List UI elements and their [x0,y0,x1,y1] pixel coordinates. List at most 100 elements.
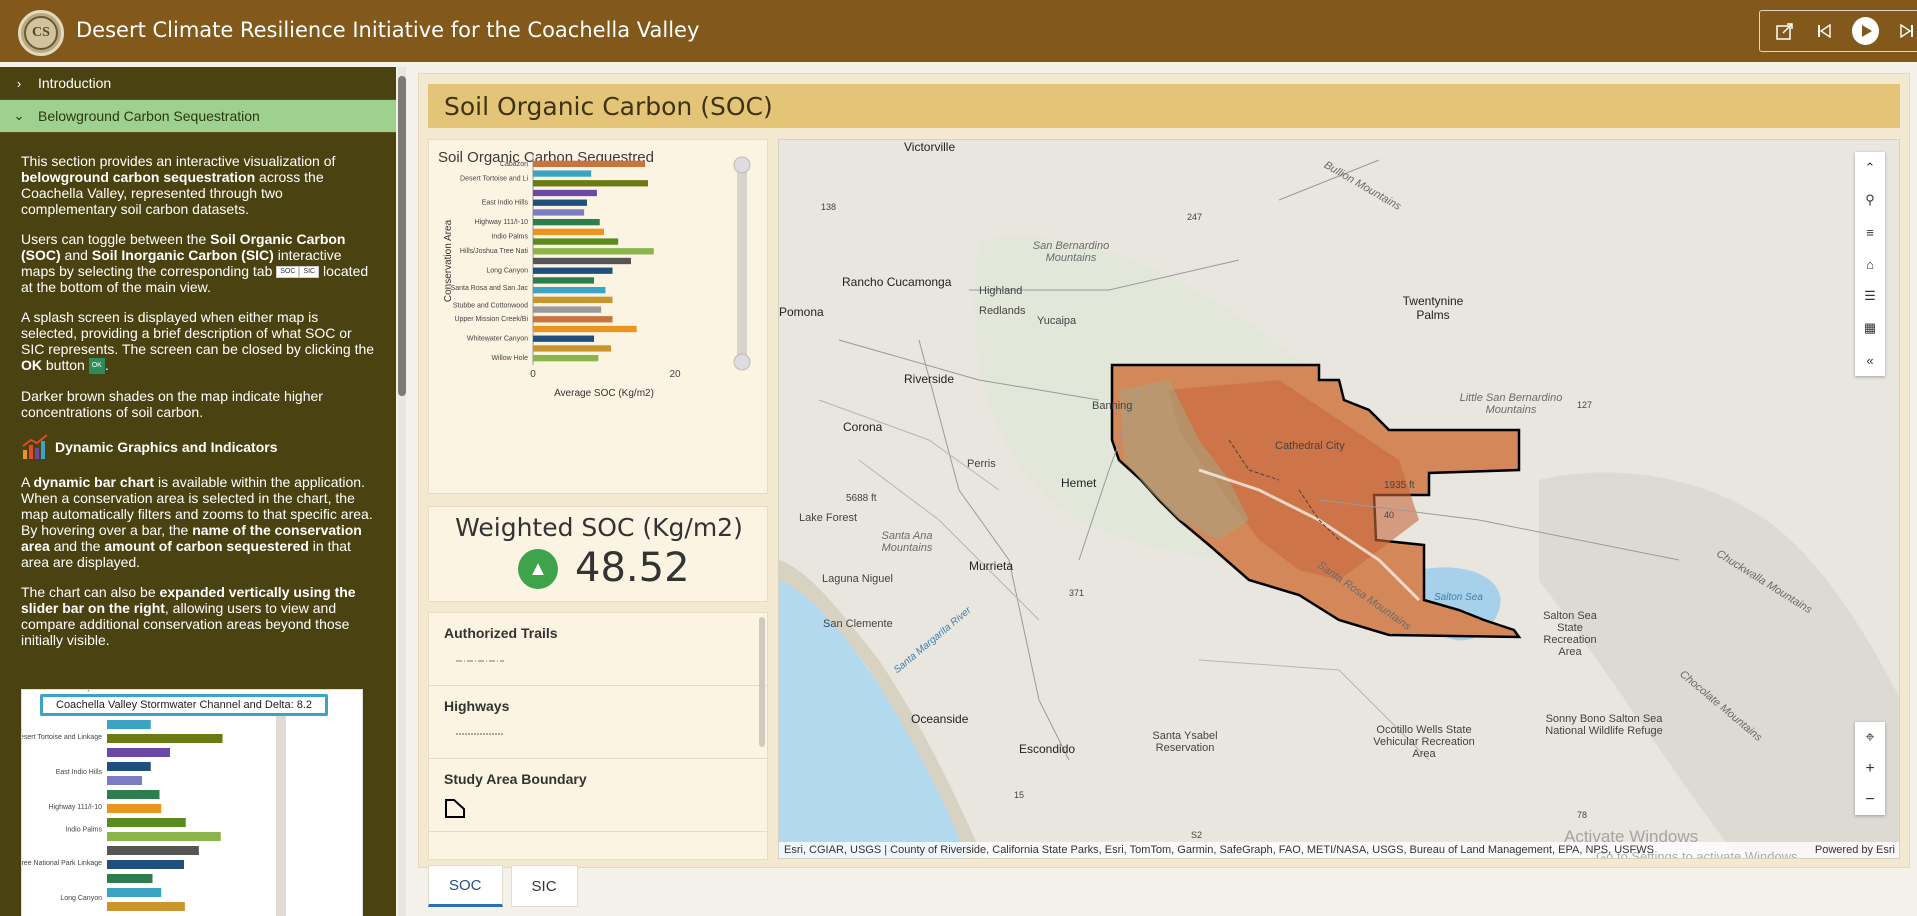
map-label: Banning [1092,400,1133,412]
chart-x-tick: 0 [530,369,536,380]
layers-icon[interactable]: ☰ [1855,280,1885,312]
road-shield: 247 [1187,212,1203,222]
map-label: Santa Ana Mountains [881,530,933,554]
section-content: This section provides an interactive vis… [0,133,396,648]
collapse-up-icon[interactable]: ⌃ [1855,152,1885,184]
example-chart-bar [107,818,186,827]
tab-sic[interactable]: SIC [510,865,578,907]
map-label: Murrieta [969,559,1014,573]
example-chart-bar [107,874,153,883]
map-label: Little San Bernardino Mountains [1459,392,1563,416]
tab-soc[interactable]: SOC [428,865,503,907]
chart-slider-track[interactable] [737,160,747,365]
map-label: Redlands [979,305,1026,317]
chart-bar[interactable] [533,257,631,265]
chart-bar[interactable] [533,277,595,284]
zoom-in-button[interactable]: + [1855,753,1885,784]
chart-bar[interactable] [533,267,613,274]
chart-slider-handle-top[interactable] [733,156,751,174]
qr-code-icon[interactable]: ▦ [1855,312,1885,344]
logo-text: CS [24,16,58,50]
chart-bar[interactable] [533,160,646,168]
chart-bar[interactable] [533,180,649,187]
example-chart-bar [107,748,170,757]
chart-bar[interactable] [533,325,637,333]
map-label: Pomona [779,305,824,319]
share-icon[interactable] [1774,20,1795,42]
zoom-out-button[interactable]: − [1855,784,1885,815]
home-icon[interactable]: ⌂ [1855,248,1885,280]
weighted-soc-value: 48.52 [575,545,690,591]
tree-icon: ▲ [518,549,558,589]
example-chart-tooltip: Coachella Valley Stormwater Channel and … [40,694,328,716]
map-label: Sonny Bono Salton Sea National Wildlife … [1545,713,1663,737]
chart-bar[interactable] [533,199,587,206]
map-label: Perris [967,458,996,470]
map-label: Salton Sea [1434,592,1483,603]
road-shield: 127 [1577,400,1593,410]
chart-bar[interactable] [533,296,613,304]
search-icon[interactable]: ⚲ [1855,184,1885,216]
example-chart-bar [107,734,223,743]
chart-bar[interactable] [533,218,600,226]
map-label: Victorville [904,140,956,154]
example-chart-bar [107,846,199,855]
chart-bar[interactable] [533,354,599,362]
example-chart-bar [107,776,142,785]
map-label: Salton Sea State Recreation Area [1543,610,1597,658]
map-label: Riverside [904,372,955,386]
chart-bar[interactable] [533,238,619,245]
chart-bar[interactable] [533,335,595,342]
map-tabs: SOC SIC [428,865,578,909]
chart-bar[interactable] [533,209,585,216]
locate-icon[interactable]: ⌖ [1855,722,1885,753]
paragraph-intro: This section provides an interactive vis… [21,153,336,217]
chart-bar[interactable] [533,286,606,294]
map-label: Lake Forest [799,512,858,524]
map-label: Cathedral City [1275,440,1345,452]
example-chart-svg: Desert Tortoise and Linkage East Indio Hi… [22,690,289,916]
page-title: Soil Organic Carbon (SOC) [428,84,1900,128]
legend-scrollbar[interactable] [759,617,765,747]
chart-bar[interactable] [533,316,613,323]
paragraph-toggle: Users can toggle between the Soil Organi… [21,231,369,295]
sidebar-scrollbar-thumb[interactable] [398,76,406,396]
road-shield: 40 [1384,510,1395,520]
collapse-left-icon[interactable]: « [1855,344,1885,376]
chart-bar[interactable] [533,228,604,236]
mini-ok-button: OK [88,358,105,375]
soc-bar-chart[interactable]: Cabazon Desert Tortoise and Li East Indio … [429,140,769,495]
example-chart-label: Long Canyon [60,895,102,902]
weighted-soc-indicator: Weighted SOC (Kg/m2) ▲ 48.52 [428,506,768,602]
play-icon[interactable] [1852,17,1879,45]
map-label: Oceanside [911,712,969,726]
map-label: Hemet [1061,476,1097,490]
chart-bar[interactable] [533,306,602,313]
powered-by-esri[interactable]: Powered by Esri [1815,842,1895,858]
chart-bar[interactable] [533,345,612,352]
chart-bar[interactable] [533,248,654,255]
section-belowground-carbon[interactable]: ⌄ Belowground Carbon Sequestration [0,100,396,133]
mini-tab-soc: SOC [276,266,300,279]
next-icon[interactable] [1897,20,1917,42]
map-view[interactable]: Victorville Rancho Cucamonga Highland Re… [778,139,1900,859]
map-label: Ocotillo Wells State Vehicular Recreatio… [1373,724,1475,760]
section-introduction[interactable]: › Introduction [0,67,396,100]
section-label: Introduction [38,75,112,91]
chart-x-tick: 20 [669,369,681,380]
chart-bar[interactable] [533,189,597,197]
example-chart-bar [107,720,151,729]
example-chart-label: Indio Palms [65,826,102,833]
example-chart-image: Coachella Valley Stormwater Channel and … [21,689,363,916]
app-title: Desert Climate Resilience Initiative for… [76,18,700,42]
chart-category-label: Whitewater Canyon [467,336,528,343]
section-label: Belowground Carbon Sequestration [38,108,260,124]
paragraph-splash: A splash screen is displayed when either… [21,309,375,375]
list-icon[interactable]: ≡ [1855,216,1885,248]
chart-category-label: Upper Mission Creek/Bi [454,316,528,323]
map-label: San Clemente [823,618,893,630]
previous-icon[interactable] [1813,20,1834,42]
chart-bar[interactable] [533,170,592,177]
map-label: Santa Ysabel Reservation [1152,730,1218,754]
chart-slider-handle-bottom[interactable] [733,353,751,371]
